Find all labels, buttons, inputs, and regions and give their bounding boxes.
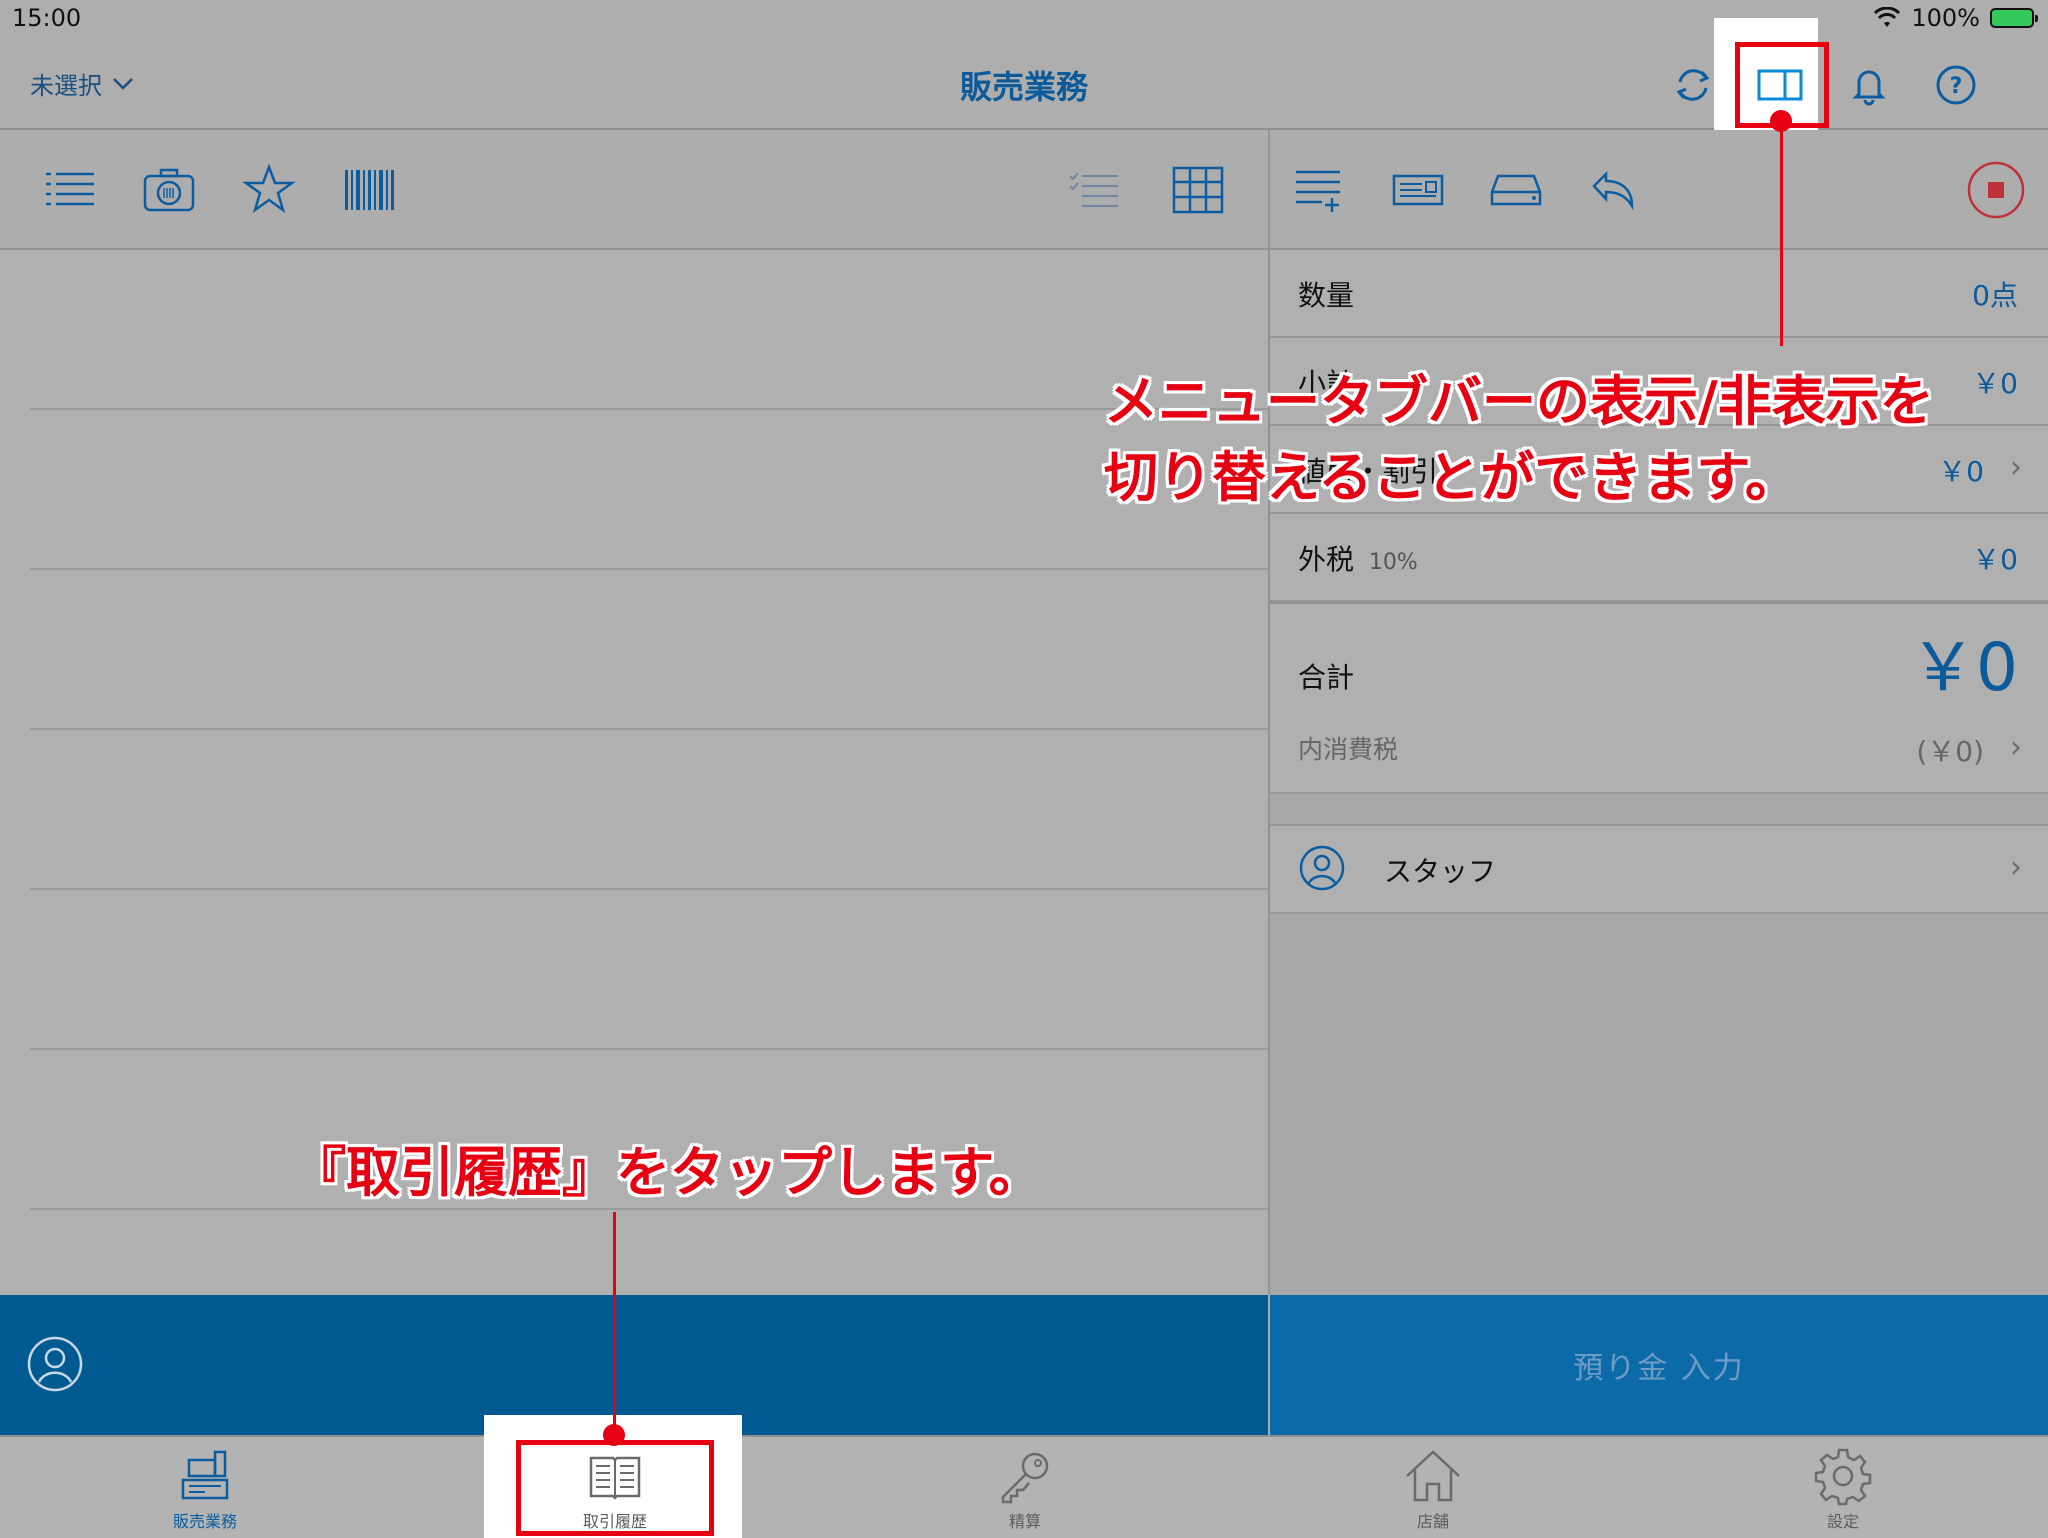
star-icon[interactable] — [241, 162, 297, 218]
sync-icon[interactable] — [1668, 60, 1718, 110]
gear-icon — [1814, 1448, 1872, 1506]
tab-label: 設定 — [1826, 1512, 1859, 1531]
add-list-icon[interactable] — [1292, 162, 1348, 218]
help-icon[interactable]: ? — [1931, 60, 1981, 110]
tax-label: 外税 10% — [1298, 538, 1418, 578]
right-toolbar — [1270, 130, 2048, 250]
nav-bar: 未選択 販売業務 ? — [0, 18, 2048, 144]
list-item[interactable] — [30, 570, 1268, 730]
tab-sales[interactable]: 販売業務 — [0, 1437, 410, 1538]
staff-avatar-icon — [1299, 845, 1345, 891]
callout-line-2: 切り替えることができます。 — [1104, 446, 1799, 509]
callout-text-sidebar-toggle: メニュータブバーの表示/非表示を 切り替えることができます。 — [1104, 364, 2034, 516]
staff-label: スタッフ — [1384, 855, 1497, 888]
total-row: 合計 ￥0 — [1270, 602, 2048, 708]
product-list-panel — [0, 130, 1270, 1295]
checklist-icon[interactable] — [1066, 162, 1122, 218]
tab-label: 精算 — [1008, 1512, 1041, 1531]
menu-tab-bar: 販売業務 取引履歴 精算 店舗 設定 — [0, 1415, 2048, 1538]
register-icon — [181, 1450, 229, 1500]
wifi-icon — [1874, 7, 1901, 27]
inner-tax-value: (￥0) — [1916, 735, 1984, 768]
callout-line-bottom — [613, 1212, 616, 1434]
svg-text:?: ? — [1950, 74, 1963, 99]
quantity-row: 数量 0点 — [1270, 250, 2048, 338]
chevron-right-icon: › — [2010, 730, 2022, 765]
bell-icon[interactable] — [1844, 60, 1894, 110]
key-icon — [1001, 1452, 1049, 1504]
tab-settings[interactable]: 設定 — [1638, 1437, 2048, 1538]
callout-dot-bottom — [603, 1424, 625, 1446]
list-item[interactable] — [30, 730, 1268, 890]
status-time: 15:00 — [12, 4, 82, 32]
staff-row[interactable]: スタッフ › — [1270, 824, 2048, 914]
battery-icon — [1990, 8, 2038, 28]
stop-icon[interactable] — [1966, 160, 2026, 220]
checkout-panel: 数量 0点 小計 ￥0 値引・割引 ￥0 › 外税 10% ￥0 合計 ￥0 内… — [1270, 130, 2048, 1295]
tax-rate: 10% — [1368, 550, 1418, 575]
quantity-label: 数量 — [1298, 279, 1355, 312]
inner-tax-label: 内消費税 — [1298, 735, 1399, 764]
callout-dot-top — [1770, 110, 1792, 132]
highlight-box-history-tab — [516, 1440, 714, 1536]
tax-value: ￥0 — [1972, 543, 2018, 576]
list-item[interactable] — [30, 890, 1268, 1050]
chevron-right-icon: › — [2010, 850, 2022, 885]
list-icon[interactable] — [42, 162, 98, 218]
camera-icon[interactable] — [141, 162, 197, 218]
grid-icon[interactable] — [1170, 162, 1226, 218]
customer-avatar-icon[interactable] — [26, 1335, 84, 1393]
callout-line-top — [1780, 120, 1783, 346]
list-item[interactable] — [30, 250, 1268, 410]
tax-row: 外税 10% ￥0 — [1270, 514, 2048, 602]
tab-settlement[interactable]: 精算 — [820, 1437, 1230, 1538]
home-icon — [1406, 1450, 1460, 1502]
receipt-icon[interactable] — [1390, 162, 1446, 218]
list-item[interactable] — [30, 410, 1268, 570]
deposit-input-button[interactable]: 預り金 入力 — [1270, 1295, 2048, 1435]
total-value: ￥0 — [1910, 629, 2018, 706]
total-label: 合計 — [1298, 661, 1355, 694]
callout-text-history-tab: 『取引履歴』をタップします。 — [292, 1141, 1043, 1204]
status-right: 100% — [1873, 4, 2038, 32]
left-toolbar — [0, 130, 1268, 250]
barcode-icon[interactable] — [341, 162, 397, 218]
inner-tax-row[interactable]: 内消費税 (￥0) › — [1270, 706, 2048, 794]
quantity-value: 0点 — [1972, 279, 2018, 312]
tax-label-text: 外税 — [1298, 543, 1355, 576]
tab-label: 店舗 — [1416, 1512, 1449, 1531]
drawer-icon[interactable] — [1488, 162, 1544, 218]
callout-line-1: メニュータブバーの表示/非表示を — [1104, 370, 1934, 433]
tab-store[interactable]: 店舗 — [1228, 1437, 1638, 1538]
return-icon[interactable] — [1586, 162, 1642, 218]
battery-percent: 100% — [1911, 4, 1980, 32]
tab-label: 販売業務 — [172, 1512, 237, 1531]
customer-bar — [0, 1295, 1268, 1435]
